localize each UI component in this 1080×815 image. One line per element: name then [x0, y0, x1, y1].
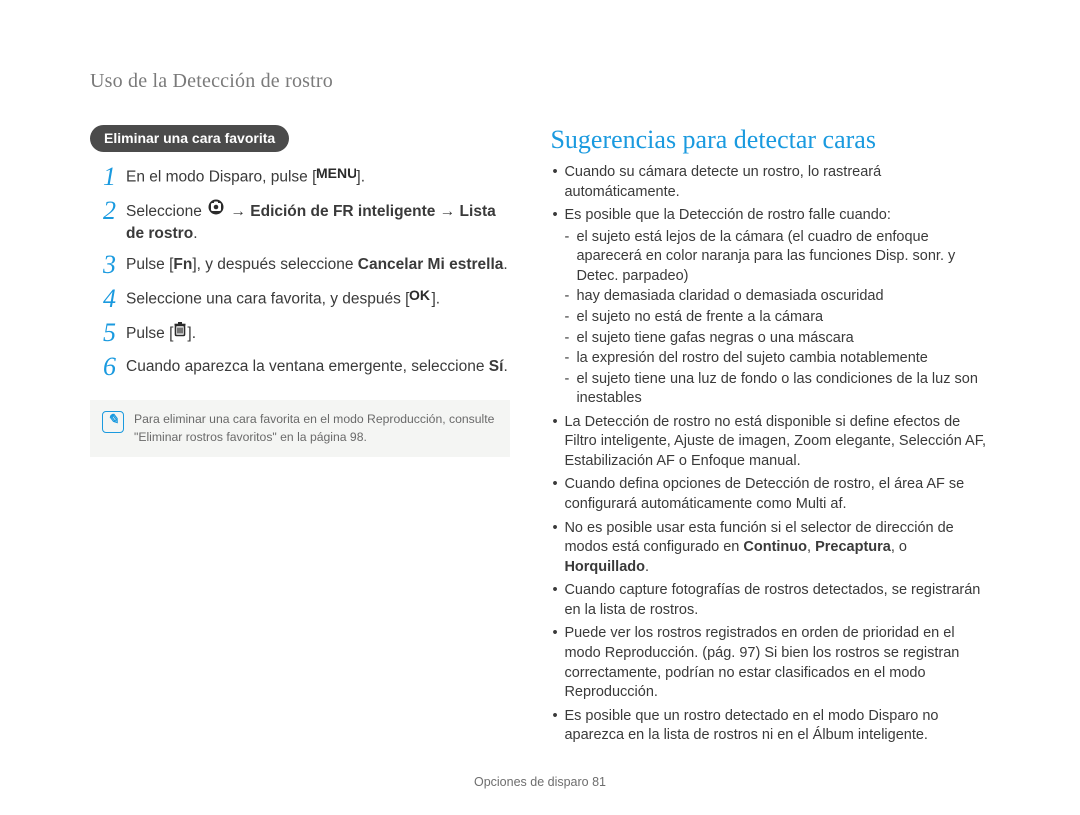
list-item: el sujeto tiene una luz de fondo o las c… [564, 370, 990, 409]
section-heading-pill: Eliminar una cara favorita [90, 125, 289, 152]
text: Seleccione [126, 203, 206, 220]
text: Seleccione una cara favorita, y después … [126, 290, 409, 307]
text: Pulse [ [126, 256, 173, 273]
svg-text:OK: OK [409, 288, 430, 302]
text: . [645, 559, 649, 575]
list-item: Cuando capture fotografías de rostros de… [550, 581, 990, 620]
text-bold: Continuo [743, 539, 807, 555]
list-item: La Detección de rostro no está disponibl… [550, 413, 990, 472]
sub-list: el sujeto está lejos de la cámara (el cu… [564, 228, 990, 409]
text: , o [891, 539, 907, 555]
text: ]. [187, 325, 196, 342]
text: ]. [356, 168, 365, 185]
list-item: Cuando su cámara detecte un rostro, lo r… [550, 163, 990, 202]
list-item: hay demasiada claridad o demasiada oscur… [564, 287, 990, 307]
manual-page: Uso de la Detección de rostro Eliminar u… [0, 0, 1080, 815]
step-4: 4 Seleccione una cara favorita, y despué… [90, 288, 510, 314]
page-title: Uso de la Detección de rostro [90, 70, 990, 93]
left-column: Eliminar una cara favorita 1 En el modo … [90, 125, 510, 750]
list-item: Puede ver los rostros registrados en ord… [550, 624, 990, 702]
step-body: Pulse [Fn], y después seleccione Cancela… [126, 254, 510, 276]
note-icon: ✎ [102, 411, 124, 433]
step-6: 6 Cuando aparezca la ventana emergente, … [90, 356, 510, 382]
list-item: la expresión del rostro del sujeto cambi… [564, 349, 990, 369]
step-number: 5 [90, 320, 116, 346]
step-number: 3 [90, 252, 116, 278]
right-column: Sugerencias para detectar caras Cuando s… [550, 125, 990, 750]
text-bold: Sí [489, 358, 504, 375]
note-text: Para eliminar una cara favorita en el mo… [134, 410, 496, 447]
ok-icon: OK [409, 287, 431, 309]
footer-label: Opciones de disparo [474, 775, 592, 789]
text: En el modo Disparo, pulse [ [126, 168, 316, 185]
footer-page-number: 81 [592, 775, 606, 789]
step-body: Cuando aparezca la ventana emergente, se… [126, 356, 510, 378]
steps-list: 1 En el modo Disparo, pulse [MENU]. 2 Se… [90, 166, 510, 382]
text: → [226, 203, 250, 220]
text-bold: Cancelar Mi estrella [358, 256, 504, 273]
list-item: No es posible usar esta función si el se… [550, 519, 990, 578]
text: Pulse [ [126, 325, 173, 342]
text: ], y después seleccione [192, 256, 357, 273]
step-number: 6 [90, 354, 116, 380]
trash-icon [173, 321, 187, 344]
note-box: ✎ Para eliminar una cara favorita en el … [90, 400, 510, 457]
text: , [807, 539, 815, 555]
step-number: 4 [90, 286, 116, 312]
step-2: 2 Seleccione → Edición de FR inteligente… [90, 200, 510, 246]
text: . [193, 225, 197, 242]
step-number: 1 [90, 164, 116, 190]
step-5: 5 Pulse []. [90, 322, 510, 348]
step-body: Pulse []. [126, 322, 510, 345]
svg-text:MENU: MENU [316, 166, 356, 180]
step-body: En el modo Disparo, pulse [MENU]. [126, 166, 510, 189]
text-bold: Precaptura [815, 539, 891, 555]
list-item: Es posible que un rostro detectado en el… [550, 707, 990, 746]
text-bold: Edición de FR inteligente [250, 203, 435, 220]
list-item: Cuando defina opciones de Detección de r… [550, 475, 990, 514]
step-body: Seleccione una cara favorita, y después … [126, 288, 510, 311]
text: Cuando aparezca la ventana emergente, se… [126, 358, 489, 375]
camera-icon [206, 199, 226, 222]
text-bold: Horquillado [564, 559, 645, 575]
text: → [435, 203, 459, 220]
list-item: Es posible que la Detección de rostro fa… [550, 206, 990, 409]
text: . [503, 256, 507, 273]
step-number: 2 [90, 198, 116, 224]
text: Es posible que la Detección de rostro fa… [564, 207, 890, 223]
list-item: el sujeto está lejos de la cámara (el cu… [564, 228, 990, 287]
tips-list: Cuando su cámara detecte un rostro, lo r… [550, 163, 990, 746]
text: . [503, 358, 507, 375]
list-item: el sujeto no está de frente a la cámara [564, 308, 990, 328]
step-3: 3 Pulse [Fn], y después seleccione Cance… [90, 254, 510, 280]
content-columns: Eliminar una cara favorita 1 En el modo … [90, 125, 990, 750]
fn-label: Fn [173, 256, 192, 273]
menu-icon: MENU [316, 165, 356, 187]
step-body: Seleccione → Edición de FR inteligente →… [126, 200, 510, 246]
tips-heading: Sugerencias para detectar caras [550, 125, 990, 155]
page-footer: Opciones de disparo 81 [0, 775, 1080, 789]
list-item: el sujeto tiene gafas negras o una másca… [564, 329, 990, 349]
text: ]. [431, 290, 440, 307]
step-1: 1 En el modo Disparo, pulse [MENU]. [90, 166, 510, 192]
